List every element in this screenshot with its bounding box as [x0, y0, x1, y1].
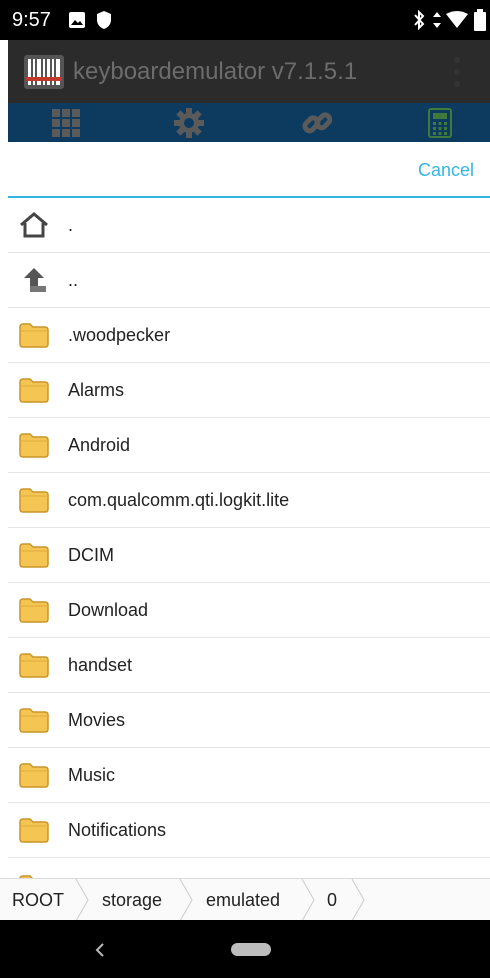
- breadcrumb-item-storage[interactable]: storage: [102, 879, 162, 921]
- data-arrows-icon: [433, 12, 441, 28]
- list-item-label: Android: [68, 435, 131, 455]
- tab-settings-gear-icon[interactable]: [174, 108, 204, 138]
- app-title: keyboardemulator v7.1.5.1: [73, 58, 358, 85]
- barcode-scanner-icon: [24, 55, 64, 89]
- list-item-label: .: [68, 215, 74, 235]
- list-item-label: ..: [68, 270, 79, 290]
- bluetooth-icon: [414, 10, 425, 30]
- list-item-folder[interactable]: Alarms: [8, 363, 490, 418]
- list-item-label: Music: [68, 765, 116, 785]
- folder-icon: [19, 708, 49, 733]
- wifi-icon: [446, 11, 468, 28]
- list-item-folder[interactable]: Android: [8, 418, 490, 473]
- folder-icon: [19, 653, 49, 678]
- breadcrumb: ROOT storage emulated 0: [0, 878, 490, 921]
- tab-link-icon[interactable]: [302, 108, 332, 138]
- list-item-label: handset: [68, 655, 133, 675]
- folder-icon: [19, 763, 49, 788]
- breadcrumb-item-emulated[interactable]: emulated: [206, 879, 280, 921]
- list-item-label: Alarms: [68, 380, 125, 400]
- cancel-button[interactable]: Cancel: [418, 160, 474, 181]
- list-item-folder[interactable]: handset: [8, 638, 490, 693]
- list-item-folder[interactable]: DCIM: [8, 528, 490, 583]
- up-arrow-icon: [24, 268, 46, 292]
- list-item-label: .woodpecker: [68, 325, 171, 345]
- breadcrumb-separator-icon: [179, 879, 193, 921]
- list-item-label: DCIM: [68, 545, 114, 565]
- breadcrumb-item-0[interactable]: 0: [327, 879, 337, 921]
- breadcrumb-separator-icon: [75, 879, 89, 921]
- breadcrumb-item-root[interactable]: ROOT: [12, 879, 64, 921]
- shield-icon: [97, 11, 111, 29]
- folder-icon: [19, 875, 34, 878]
- home-pill-icon[interactable]: [231, 943, 271, 956]
- app-bar: keyboardemulator v7.1.5.1: [8, 40, 490, 103]
- image-notification-icon: [69, 12, 85, 28]
- list-item-label: Download: [68, 600, 149, 620]
- list-item-folder[interactable]: Movies: [8, 693, 490, 748]
- back-icon[interactable]: [94, 942, 106, 958]
- list-item-label: Notifications: [68, 820, 167, 840]
- folder-icon: [19, 323, 49, 348]
- home-icon: [20, 212, 48, 238]
- list-item-folder[interactable]: .woodpecker: [8, 308, 490, 363]
- folder-icon: [19, 378, 49, 403]
- tab-calculator-icon[interactable]: [428, 108, 452, 138]
- breadcrumb-separator-icon: [301, 879, 315, 921]
- list-item-folder[interactable]: Music: [8, 748, 490, 803]
- status-bar: 9:57: [0, 0, 490, 40]
- list-item-folder[interactable]: com.qualcomm.qti.logkit.lite: [8, 473, 490, 528]
- folder-icon: [19, 598, 49, 623]
- navigation-bar: [0, 920, 490, 978]
- list-item-parent[interactable]: ..: [8, 253, 490, 308]
- breadcrumb-separator-icon: [351, 879, 365, 921]
- list-item-folder[interactable]: Download: [8, 583, 490, 638]
- tab-grid-icon[interactable]: [52, 109, 80, 137]
- folder-icon: [19, 543, 49, 568]
- file-list[interactable]: . .. .woodpecker Alarms Android com.qual…: [8, 198, 490, 878]
- list-item-label: com.qualcomm.qti.logkit.lite: [68, 490, 290, 510]
- list-item-label: Movies: [68, 710, 126, 730]
- folder-icon: [19, 818, 49, 843]
- folder-icon: [19, 433, 49, 458]
- overflow-menu-icon[interactable]: [452, 54, 462, 90]
- tab-bar: [8, 103, 490, 142]
- folder-icon: [19, 488, 49, 513]
- status-time: 9:57: [12, 9, 51, 31]
- list-item-folder[interactable]: Notifications: [8, 803, 490, 858]
- list-item-home[interactable]: .: [8, 198, 490, 253]
- battery-icon: [474, 9, 486, 31]
- dialog-header: Cancel: [8, 142, 490, 198]
